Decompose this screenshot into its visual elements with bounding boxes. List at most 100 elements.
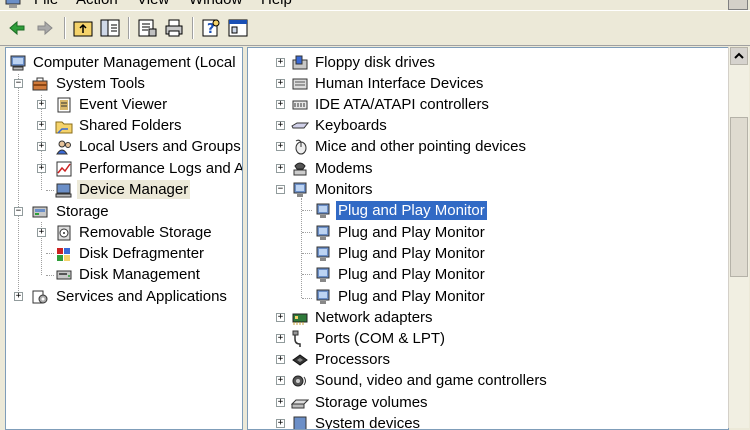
print-icon (165, 19, 183, 37)
keyboard-icon (291, 117, 309, 135)
help-button[interactable]: ? (200, 17, 222, 39)
tree-label: Services and Applications (56, 288, 227, 305)
vertical-scrollbar[interactable] (728, 47, 749, 428)
device-label: Plug and Play Monitor (338, 245, 485, 262)
expand-toggle[interactable]: + (37, 121, 46, 130)
menu-file[interactable]: File (34, 0, 58, 9)
expand-toggle[interactable]: + (37, 228, 46, 237)
tree-label: Performance Logs and A (79, 160, 243, 177)
device-label: Floppy disk drives (315, 54, 436, 71)
up-one-level-button[interactable] (72, 17, 94, 39)
menu-help[interactable]: Help (261, 0, 292, 9)
window-close-button[interactable] (728, 0, 748, 10)
menu-view[interactable]: View (137, 0, 169, 9)
tree-label: Removable Storage (79, 224, 212, 241)
tree-label: Device Manager (77, 180, 191, 199)
scroll-thumb[interactable] (730, 117, 748, 277)
device-label: Plug and Play Monitor (338, 224, 485, 241)
expand-toggle[interactable]: + (276, 142, 285, 151)
hid-icon (291, 75, 309, 93)
expand-toggle[interactable]: + (276, 334, 285, 343)
tree-label: Storage (56, 203, 109, 220)
toolbox-icon (31, 75, 49, 93)
mouse-icon (291, 138, 309, 156)
show-hide-tree-button[interactable] (99, 17, 121, 39)
collapse-toggle[interactable]: − (276, 185, 285, 194)
expand-toggle[interactable]: + (276, 164, 285, 173)
back-arrow-icon (9, 20, 25, 36)
device-label: Human Interface Devices (315, 75, 484, 92)
device-list-pane[interactable]: + Floppy disk drives + Human Interface D… (247, 47, 729, 430)
properties-button[interactable] (136, 17, 158, 39)
menu-action[interactable]: Action (76, 0, 118, 9)
ide-controller-icon (291, 96, 309, 114)
expand-toggle[interactable]: + (37, 142, 46, 151)
expand-toggle[interactable]: + (276, 58, 285, 67)
console-window-button[interactable] (227, 17, 249, 39)
expand-toggle[interactable]: + (276, 79, 285, 88)
monitor-icon (291, 181, 309, 199)
device-label: IDE ATA/ATAPI controllers (315, 96, 489, 113)
modem-icon (291, 160, 309, 178)
forward-button[interactable] (34, 17, 56, 39)
console-tree-pane[interactable]: Computer Management (Local − System Tool… (5, 47, 243, 430)
monitor-icon (314, 224, 332, 242)
expand-toggle[interactable]: + (276, 419, 285, 428)
expand-toggle[interactable]: + (276, 121, 285, 130)
shared-folder-icon (55, 117, 73, 135)
sound-icon (291, 372, 309, 390)
expand-toggle[interactable]: + (37, 100, 46, 109)
storage-volume-icon (291, 394, 309, 412)
expand-toggle[interactable]: + (276, 398, 285, 407)
storage-icon (31, 203, 49, 221)
network-adapter-icon (291, 309, 309, 327)
expand-toggle[interactable]: + (276, 100, 285, 109)
monitor-icon (314, 202, 332, 220)
device-label: Sound, video and game controllers (315, 372, 547, 389)
disk-defragmenter-icon (55, 245, 73, 263)
device-label: Processors (315, 351, 391, 368)
device-label: Mice and other pointing devices (315, 138, 526, 155)
expand-toggle[interactable]: + (37, 164, 46, 173)
tree-label: System Tools (56, 75, 145, 92)
console-window-icon (228, 19, 248, 37)
menu-window[interactable]: Window (189, 0, 242, 9)
properties-icon (138, 19, 157, 37)
tree-label: Computer Management (Local (33, 54, 236, 71)
up-folder-icon (73, 21, 93, 37)
tree-label: Disk Management (79, 266, 200, 283)
disk-management-icon (55, 266, 73, 284)
computer-icon (9, 54, 27, 72)
device-label: Plug and Play Monitor (336, 201, 487, 220)
expand-toggle[interactable]: + (276, 355, 285, 364)
menu-bar: File Action View Window Help (0, 0, 750, 10)
back-button[interactable] (6, 17, 28, 39)
tree-label: Shared Folders (79, 117, 182, 134)
device-label: Modems (315, 160, 373, 177)
help-icon: ? (202, 19, 220, 37)
print-button[interactable] (163, 17, 185, 39)
removable-storage-icon (55, 224, 73, 242)
expand-toggle[interactable]: + (276, 376, 285, 385)
monitor-icon (314, 288, 332, 306)
device-label: Network adapters (315, 309, 433, 326)
device-label: Plug and Play Monitor (338, 266, 485, 283)
expand-toggle[interactable]: + (14, 292, 23, 301)
device-label: Storage volumes (315, 394, 428, 411)
collapse-toggle[interactable]: − (14, 207, 23, 216)
show-hide-tree-icon (100, 19, 120, 37)
tree-label: Local Users and Groups (79, 138, 241, 155)
app-icon (4, 0, 22, 9)
collapse-toggle[interactable]: − (14, 79, 23, 88)
monitor-icon (314, 266, 332, 284)
monitor-icon (314, 245, 332, 263)
device-manager-icon (55, 181, 73, 199)
port-icon (291, 330, 309, 348)
tree-label: Event Viewer (79, 96, 168, 113)
toolbar: ? (0, 10, 750, 46)
device-label: Ports (COM & LPT) (315, 330, 446, 347)
processor-icon (291, 351, 309, 369)
expand-toggle[interactable]: + (276, 313, 285, 322)
scroll-up-button[interactable] (730, 47, 748, 65)
performance-logs-icon (55, 160, 73, 178)
